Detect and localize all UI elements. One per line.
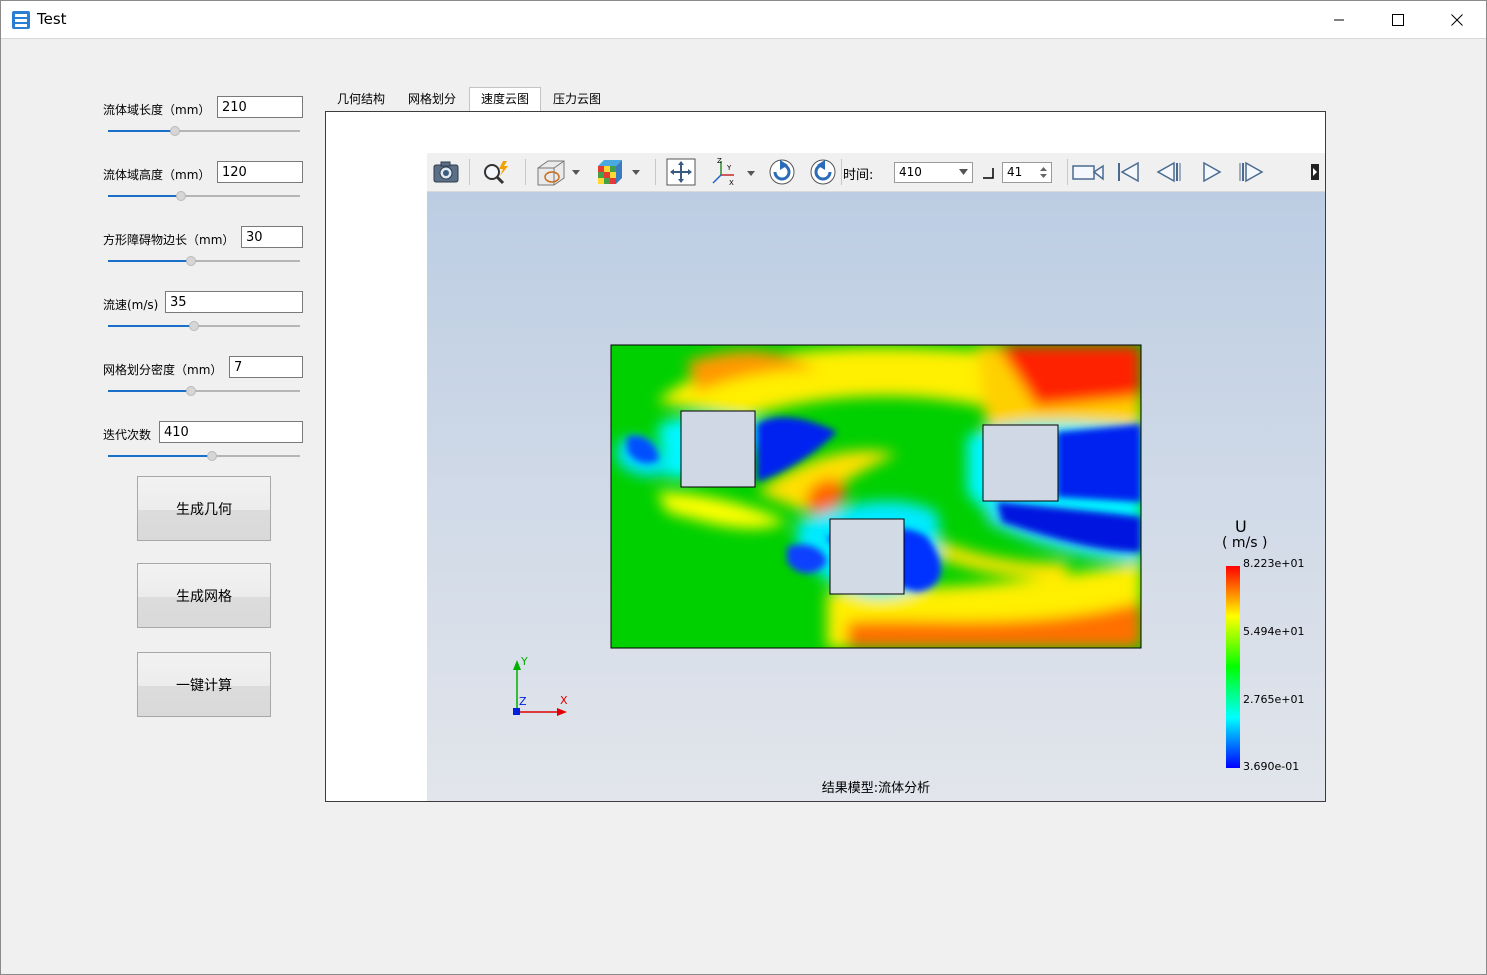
- minimize-icon: [1334, 19, 1344, 20]
- viewport-3d[interactable]: U ( m/s ) 8.223e+01 5.494e+01 2.765e+01 …: [427, 192, 1325, 801]
- spin-arrows-icon[interactable]: [1040, 166, 1047, 179]
- app-icon: [12, 11, 30, 29]
- step-value: 41: [1007, 165, 1023, 179]
- slider-handle[interactable]: [186, 256, 196, 266]
- time-value: 410: [899, 165, 922, 179]
- window-title: Test: [37, 10, 67, 28]
- chevron-down-icon: [959, 169, 968, 175]
- tab-velocity[interactable]: 速度云图: [469, 87, 541, 112]
- time-combo[interactable]: 410: [894, 162, 973, 183]
- velocity-slider[interactable]: [108, 320, 300, 332]
- param-label-velocity: 流速(m/s): [103, 298, 159, 312]
- legend-mid-low: 2.765e+01: [1243, 693, 1305, 706]
- slider-handle[interactable]: [207, 451, 217, 461]
- svg-text:Z: Z: [717, 157, 722, 165]
- obstacle-2: [982, 424, 1059, 502]
- legend-min: 3.690e-01: [1243, 760, 1300, 773]
- app-window: Test 流体域长度（mm） 210 流体域高度（mm） 120 方形障碍物边长…: [0, 0, 1487, 975]
- title-bar: Test: [1, 1, 1486, 39]
- axis-y-label: Y: [521, 655, 528, 668]
- color-legend-bar: [1226, 566, 1240, 768]
- display-mode-icon[interactable]: [534, 157, 582, 187]
- maximize-button[interactable]: [1369, 1, 1427, 38]
- rotate-ccw-icon[interactable]: [806, 157, 840, 187]
- param-label-length: 流体域长度（mm）: [103, 103, 211, 117]
- obstacle-3: [829, 518, 905, 595]
- obstacle-size-slider[interactable]: [108, 255, 300, 267]
- generate-mesh-button[interactable]: 生成网格: [137, 563, 271, 628]
- height-slider[interactable]: [108, 190, 300, 202]
- rotate-cw-icon[interactable]: [765, 157, 799, 187]
- tab-pressure[interactable]: 压力云图: [545, 88, 609, 111]
- obstacle-1: [680, 410, 756, 488]
- legend-unit: ( m/s ): [1222, 535, 1268, 551]
- next-frame-icon[interactable]: [1236, 157, 1266, 187]
- legend-max: 8.223e+01: [1243, 557, 1305, 570]
- toolbar-extension-icon[interactable]: [1307, 157, 1321, 187]
- slider-handle[interactable]: [176, 191, 186, 201]
- axis-z-label: Z: [519, 695, 527, 708]
- slider-handle[interactable]: [170, 126, 180, 136]
- mesh-density-slider[interactable]: [108, 385, 300, 397]
- param-label-iterations: 迭代次数: [103, 428, 152, 442]
- record-icon[interactable]: [1071, 157, 1105, 187]
- tab-geometry[interactable]: 几何结构: [329, 88, 393, 111]
- zoom-icon[interactable]: [479, 157, 513, 187]
- obstacle-size-input[interactable]: 30: [241, 226, 303, 248]
- mesh-density-input[interactable]: 7: [229, 356, 303, 378]
- param-label-obstacle: 方形障碍物边长（mm）: [103, 233, 235, 247]
- param-label-height: 流体域高度（mm）: [103, 168, 211, 182]
- close-icon: [1451, 13, 1463, 26]
- iterations-input[interactable]: 410: [159, 421, 303, 443]
- first-frame-icon[interactable]: [1113, 157, 1143, 187]
- axes-icon[interactable]: ZYX: [707, 157, 759, 187]
- color-cube-icon[interactable]: [592, 157, 642, 187]
- generate-geometry-button[interactable]: 生成几何: [137, 476, 271, 541]
- prev-frame-icon[interactable]: [1154, 157, 1184, 187]
- axis-x-label: X: [560, 694, 568, 707]
- legend-mid-high: 5.494e+01: [1243, 625, 1305, 638]
- param-label-mesh: 网格划分密度（mm）: [103, 363, 223, 377]
- camera-icon[interactable]: [429, 157, 463, 187]
- play-icon[interactable]: [1196, 157, 1226, 187]
- legend-title: U: [1235, 517, 1247, 536]
- step-icon: [983, 168, 994, 179]
- slider-handle[interactable]: [189, 321, 199, 331]
- velocity-input[interactable]: 35: [165, 291, 303, 313]
- svg-text:Y: Y: [726, 164, 732, 172]
- result-caption: 结果模型:流体分析: [821, 781, 931, 796]
- height-input[interactable]: 120: [217, 161, 303, 183]
- compute-button[interactable]: 一键计算: [137, 652, 271, 717]
- pan-icon[interactable]: [665, 157, 697, 187]
- maximize-icon: [1392, 13, 1404, 26]
- close-button[interactable]: [1428, 1, 1486, 38]
- length-input[interactable]: 210: [217, 96, 303, 118]
- velocity-contour: [513, 344, 1240, 768]
- minimize-button[interactable]: [1310, 1, 1368, 38]
- tab-mesh[interactable]: 网格划分: [400, 88, 464, 111]
- svg-text:X: X: [729, 179, 734, 187]
- iterations-slider[interactable]: [108, 450, 300, 462]
- slider-handle[interactable]: [186, 386, 196, 396]
- length-slider[interactable]: [108, 125, 300, 137]
- step-spinbox[interactable]: 41: [1002, 162, 1052, 183]
- viewer-toolbar: ZYX 时间: 410 41: [427, 153, 1325, 192]
- time-label: 时间:: [843, 168, 874, 183]
